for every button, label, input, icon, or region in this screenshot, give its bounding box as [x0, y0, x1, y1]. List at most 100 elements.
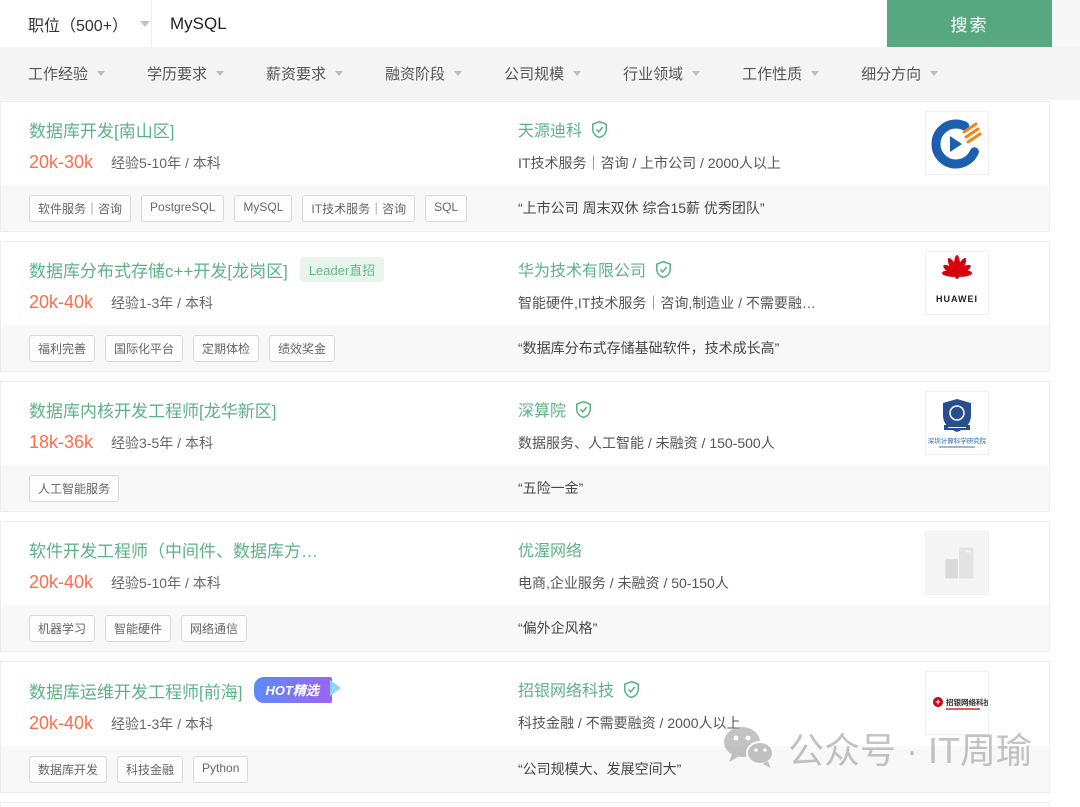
job-title[interactable]: 数据库开发[南山区]	[29, 117, 174, 142]
company-name[interactable]: 招银网络科技	[518, 677, 614, 701]
company-column: 深算院 数据服务、人工智能 / 未融资 / 150-500人	[518, 382, 925, 465]
job-title[interactable]: 数据库内核开发工程师[龙华新区]	[29, 397, 276, 422]
job-quote: “上市公司 周末双休 综合15薪 优秀团队”	[518, 200, 765, 216]
chevron-down-icon	[140, 20, 151, 27]
filter-dropdown[interactable]: 学历要求	[147, 63, 225, 84]
job-tags: 数据库开发 科技金融 Python	[1, 755, 518, 783]
search-input[interactable]	[152, 0, 887, 47]
job-card-partial[interactable]	[0, 802, 1050, 807]
job-tag[interactable]: 网络通信	[181, 614, 248, 642]
filter-dropdown[interactable]: 细分方向	[861, 63, 939, 84]
job-tag[interactable]: 软件服务｜咨询	[29, 194, 132, 222]
job-tag[interactable]: SQL	[425, 194, 468, 222]
job-tag[interactable]: MySQL	[234, 194, 293, 222]
job-title[interactable]: 数据库运维开发工程师[前海]	[29, 678, 242, 703]
filter-dropdown[interactable]: 行业领域	[623, 63, 701, 84]
job-card[interactable]: 数据库运维开发工程师[前海] HOT精选 20k-40k 经验1-3年 / 本科…	[0, 661, 1050, 793]
job-tag[interactable]: Python	[193, 755, 249, 783]
verified-shield-icon	[655, 260, 672, 278]
job-tag[interactable]: IT技术服务｜咨询	[302, 194, 416, 222]
job-tag[interactable]: PostgreSQL	[141, 194, 225, 222]
job-requirements: 经验1-3年 / 本科	[111, 295, 213, 311]
job-tag[interactable]: 智能硬件	[105, 614, 172, 642]
job-tags: 软件服务｜咨询 PostgreSQL MySQL IT技术服务｜咨询 SQL	[1, 194, 518, 222]
company-name[interactable]: 华为技术有限公司	[518, 257, 646, 281]
job-title[interactable]: 软件开发工程师（中间件、数据库方…	[29, 537, 318, 562]
job-info-column: 数据库内核开发工程师[龙华新区] 18k-36k 经验3-5年 / 本科	[1, 382, 518, 465]
filter-dropdown[interactable]: 融资阶段	[385, 63, 463, 84]
job-requirements: 经验3-5年 / 本科	[111, 435, 213, 451]
chevron-down-icon	[216, 71, 225, 76]
job-tag[interactable]: 科技金融	[117, 755, 184, 783]
job-quote: “偏外企风格”	[518, 620, 598, 636]
job-badge: HOT精选	[254, 677, 342, 703]
company-logo[interactable]: 招银网络科技	[925, 671, 989, 735]
verified-shield-icon	[591, 120, 608, 138]
company-name[interactable]: 优渥网络	[518, 537, 582, 561]
job-salary: 20k-40k	[29, 713, 94, 733]
company-column: 华为技术有限公司 智能硬件,IT技术服务｜咨询,制造业 / 不需要融…	[518, 242, 925, 325]
filter-dropdown[interactable]: 工作经验	[28, 63, 106, 84]
company-logo[interactable]: HUAWEI	[925, 251, 989, 315]
filter-label: 行业领域	[623, 66, 684, 83]
filter-label: 学历要求	[147, 66, 208, 83]
job-card[interactable]: 数据库开发[南山区] 20k-30k 经验5-10年 / 本科 天源迪科 IT技…	[0, 101, 1050, 232]
job-salary: 20k-40k	[29, 292, 94, 312]
job-card-bottom: 福利完善 国际化平台 定期体检 绩效奖金 “数据库分布式存储基础软件，技术成长高”	[1, 325, 1049, 371]
huawei-logo-icon: HUAWEI	[936, 255, 977, 304]
company-column: 天源迪科 IT技术服务｜咨询 / 上市公司 / 2000人以上	[518, 102, 925, 185]
job-title[interactable]: 数据库分布式存储c++开发[龙岗区]	[29, 257, 288, 282]
filter-label: 工作性质	[742, 66, 803, 83]
job-quote: “五险一金”	[518, 480, 584, 496]
company-column: 优渥网络 电商,企业服务 / 未融资 / 50-150人	[518, 522, 925, 605]
job-tag[interactable]: 机器学习	[29, 614, 96, 642]
company-logo[interactable]	[925, 111, 989, 175]
job-tags: 福利完善 国际化平台 定期体检 绩效奖金	[1, 334, 518, 362]
job-card[interactable]: 数据库内核开发工程师[龙华新区] 18k-36k 经验3-5年 / 本科 深算院…	[0, 381, 1050, 512]
job-quote: “公司规模大、发展空间大”	[518, 761, 682, 777]
filter-dropdown[interactable]: 工作性质	[742, 63, 820, 84]
job-card-bottom: 机器学习 智能硬件 网络通信 “偏外企风格”	[1, 605, 1049, 651]
filter-bar: 工作经验 学历要求 薪资要求 融资阶段 公司规模 行业领域 工作性质 细分方向	[0, 47, 1080, 100]
job-tag[interactable]: 定期体检	[193, 334, 260, 362]
job-requirements: 经验5-10年 / 本科	[111, 575, 221, 591]
filter-label: 薪资要求	[266, 66, 327, 83]
job-tag[interactable]: 国际化平台	[105, 334, 184, 362]
job-tag[interactable]: 绩效奖金	[269, 334, 336, 362]
chevron-down-icon	[930, 71, 939, 76]
search-button[interactable]: 搜索	[887, 0, 1052, 47]
company-logo[interactable]: 深圳计算科学研究院	[925, 391, 989, 455]
job-card-bottom: 人工智能服务 “五险一金”	[1, 465, 1049, 511]
job-tag[interactable]: 人工智能服务	[29, 474, 120, 502]
job-card-top: 数据库分布式存储c++开发[龙岗区] Leader直招 20k-40k 经验1-…	[1, 242, 1049, 325]
job-salary: 18k-36k	[29, 432, 94, 452]
chevron-down-icon	[811, 71, 820, 76]
job-card-top: 数据库运维开发工程师[前海] HOT精选 20k-40k 经验1-3年 / 本科…	[1, 662, 1049, 746]
job-card[interactable]: 软件开发工程师（中间件、数据库方… 20k-40k 经验5-10年 / 本科 优…	[0, 521, 1050, 652]
job-info-column: 数据库运维开发工程师[前海] HOT精选 20k-40k 经验1-3年 / 本科	[1, 662, 518, 746]
company-logo-text: 招银网络科技	[946, 697, 988, 707]
job-tag[interactable]: 数据库开发	[29, 755, 108, 783]
job-requirements: 经验1-3年 / 本科	[111, 716, 213, 732]
company-info: 数据服务、人工智能 / 未融资 / 150-500人	[518, 435, 775, 451]
company-info: 科技金融 / 不需要融资 / 2000人以上	[518, 715, 741, 731]
job-card-top: 数据库开发[南山区] 20k-30k 经验5-10年 / 本科 天源迪科 IT技…	[1, 102, 1049, 185]
company-logo[interactable]	[925, 531, 989, 595]
job-info-column: 软件开发工程师（中间件、数据库方… 20k-40k 经验5-10年 / 本科	[1, 522, 518, 605]
filter-label: 公司规模	[504, 66, 565, 83]
company-column: 招银网络科技 科技金融 / 不需要融资 / 2000人以上	[518, 662, 925, 746]
company-info: IT技术服务｜咨询 / 上市公司 / 2000人以上	[518, 155, 781, 171]
job-category-select[interactable]: 职位（500+）	[0, 0, 152, 47]
company-logo-text: 深圳计算科学研究院	[928, 436, 987, 445]
job-card-bottom: 数据库开发 科技金融 Python “公司规模大、发展空间大”	[1, 746, 1049, 792]
company-info: 智能硬件,IT技术服务｜咨询,制造业 / 不需要融…	[518, 295, 816, 311]
topbar-gutter	[1052, 0, 1080, 47]
filter-label: 工作经验	[28, 66, 89, 83]
search-bar: 职位（500+） 搜索	[0, 0, 1052, 47]
company-name[interactable]: 深算院	[518, 397, 566, 421]
filter-dropdown[interactable]: 公司规模	[504, 63, 582, 84]
job-tag[interactable]: 福利完善	[29, 334, 96, 362]
job-card[interactable]: 数据库分布式存储c++开发[龙岗区] Leader直招 20k-40k 经验1-…	[0, 241, 1050, 372]
company-name[interactable]: 天源迪科	[518, 117, 582, 141]
filter-dropdown[interactable]: 薪资要求	[266, 63, 344, 84]
